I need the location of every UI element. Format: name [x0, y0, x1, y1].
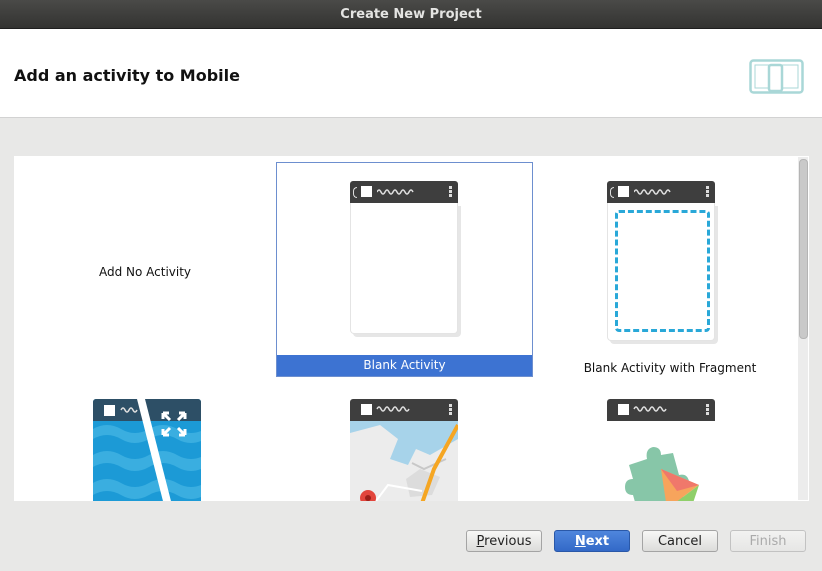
wizard-header: Add an activity to Mobile [0, 29, 822, 118]
phone-tablet-icon [749, 59, 804, 94]
previous-mnemonic: P [476, 534, 485, 549]
phone-screen [607, 203, 715, 341]
gallery-item-blank-activity-fragment[interactable]: Blank Activity with Fragment [539, 162, 801, 377]
next-label: ext [585, 534, 610, 549]
gallery-item-map-activity[interactable] [276, 386, 538, 501]
overflow-menu-icon [706, 186, 709, 198]
previous-button[interactable]: Previous [466, 530, 542, 552]
gallery-item-add-no-activity[interactable]: Add No Activity [14, 162, 276, 377]
fullscreen-phone-preview [93, 399, 201, 501]
gallery-scrollbar[interactable] [798, 157, 808, 500]
window-title: Create New Project [340, 7, 482, 22]
cancel-button[interactable]: Cancel [642, 530, 718, 552]
gallery-item-play-services-activity[interactable] [539, 386, 801, 501]
phone-status-bar [350, 181, 458, 203]
gallery-item-label: Add No Activity [98, 265, 192, 279]
map-phone-preview [350, 399, 458, 501]
gallery-item-label: Blank Activity with Fragment [583, 361, 757, 375]
gallery-item-fullscreen-activity[interactable] [14, 386, 276, 501]
gallery-item-label: Blank Activity [277, 355, 532, 376]
activity-gallery: Add No Activity Blank Activity Blank Act [14, 156, 809, 501]
phone-screen [350, 203, 458, 334]
next-mnemonic: N [574, 534, 586, 549]
previous-label: revious [484, 534, 532, 549]
overflow-menu-icon [449, 186, 452, 198]
page-title: Add an activity to Mobile [14, 66, 240, 85]
finish-button[interactable]: Finish [730, 530, 806, 552]
gallery-item-blank-activity[interactable]: Blank Activity [276, 162, 533, 377]
phone-status-bar [607, 181, 715, 203]
fragment-placeholder [615, 210, 710, 332]
window-titlebar: Create New Project [0, 0, 822, 29]
play-services-phone-preview [607, 399, 715, 501]
next-button[interactable]: Next [554, 530, 630, 552]
scrollbar-thumb[interactable] [799, 159, 808, 339]
